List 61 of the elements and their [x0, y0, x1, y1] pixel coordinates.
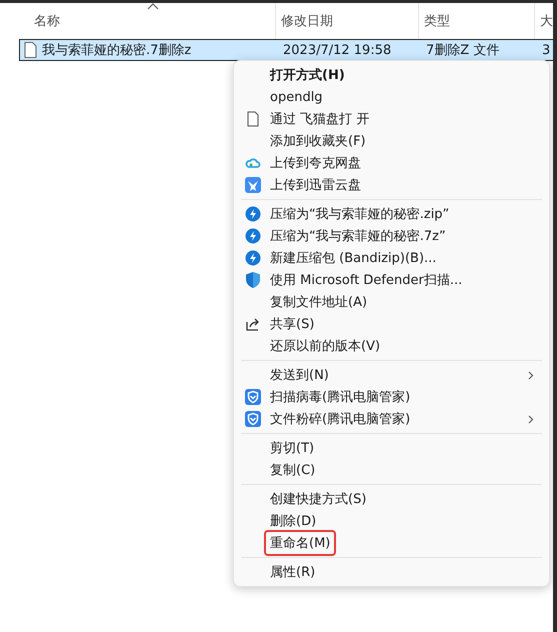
menu-item[interactable]: 复制(C) [234, 459, 549, 481]
modified-date: 2023/7/12 19:58 [282, 42, 392, 58]
menu-item-label: 压缩为“我与索菲娅的秘密.zip” [269, 206, 450, 224]
menu-item-label: 复制文件地址(A) [269, 294, 368, 312]
menu-item[interactable]: 压缩为“我与索菲娅的秘密.7z” [234, 225, 549, 247]
document-icon [24, 42, 37, 58]
menu-item[interactable]: 上传到迅雷云盘 [234, 174, 549, 196]
menu-item-label: opendlg [269, 88, 324, 106]
bolt-icon [245, 250, 261, 266]
bolt-icon [245, 206, 261, 222]
menu-item[interactable]: 属性(R) [234, 561, 549, 583]
menu-item-label: 还原以前的版本(V) [269, 338, 382, 356]
menu-item[interactable]: 通过 飞猫盘打 开 [234, 108, 549, 130]
menu-item[interactable]: 删除(D) [234, 510, 549, 532]
menu-item-label: 共享(S) [269, 316, 316, 334]
menu-item[interactable]: 上传到夸克网盘 [234, 152, 549, 174]
bird-icon [245, 177, 261, 193]
menu-item[interactable]: 扫描病毒(腾讯电脑管家) [234, 386, 549, 408]
menu-item[interactable]: 共享(S) [234, 313, 549, 335]
menu-item-label: 剪切(T) [269, 440, 316, 458]
menu-item-label: 属性(R) [269, 564, 316, 582]
menu-item-label: 创建快捷方式(S) [269, 491, 368, 509]
menu-item[interactable]: 剪切(T) [234, 437, 549, 459]
sort-caret-icon [146, 3, 158, 10]
menu-item[interactable]: 使用 Microsoft Defender扫描... [234, 269, 549, 291]
menu-item[interactable]: opendlg [234, 86, 549, 108]
menu-item-label: 文件粉碎(腾讯电脑管家) [269, 411, 412, 429]
shield-icon [245, 272, 261, 288]
table-cell-text: 3 [541, 42, 552, 58]
menu-item-label: 扫描病毒(腾讯电脑管家) [269, 389, 412, 407]
menu-item-label: 使用 Microsoft Defender扫描... [269, 272, 464, 290]
share-icon [245, 316, 261, 332]
menu-item-label: 新建压缩包 (Bandizip)(B)... [269, 250, 438, 268]
menu-item[interactable]: 新建压缩包 (Bandizip)(B)... [234, 247, 549, 269]
file-type: 7删除Z 文件 [425, 42, 500, 59]
menu-item-label: 上传到夸克网盘 [269, 155, 362, 173]
menu-item-label: 打开方式(H) [268, 66, 346, 85]
menu-item[interactable]: 复制文件地址(A) [234, 291, 549, 313]
document-icon [245, 111, 261, 127]
highlight-frame: 重命名(M) [264, 530, 336, 556]
menu-item-label: 上传到迅雷云盘 [269, 177, 362, 195]
menu-item-label: 添加到收藏夹(F) [269, 133, 367, 151]
file-row[interactable]: 我与索菲娅的秘密.7删除z 2023/7/12 19:58 7删除Z 文件 3 [19, 39, 553, 61]
menu-item-label: 通过 飞猫盘打 开 [269, 111, 370, 129]
menu-item[interactable]: 创建快捷方式(S) [234, 488, 549, 510]
shield-check-icon [245, 411, 261, 427]
shield-check-icon [245, 389, 261, 405]
file-name: 我与索菲娅的秘密.7删除z [42, 42, 192, 59]
menu-item[interactable]: 重命名(M) [234, 532, 549, 554]
menu-item[interactable]: 打开方式(H) [234, 64, 549, 86]
menu-item-label: 复制(C) [269, 462, 316, 480]
menu-item[interactable]: 文件粉碎(腾讯电脑管家) [234, 408, 549, 430]
menu-item-label: 删除(D) [269, 513, 318, 531]
column-header[interactable]: 名称 [0, 3, 275, 39]
menu-item[interactable]: 发送到(N) [234, 364, 549, 386]
bolt-icon [245, 228, 261, 244]
menu-item-label: 压缩为“我与索菲娅的秘密.7z” [269, 228, 447, 246]
menu-item[interactable]: 还原以前的版本(V) [234, 335, 549, 357]
menu-item[interactable]: 添加到收藏夹(F) [234, 130, 549, 152]
menu-item[interactable]: 压缩为“我与索菲娅的秘密.zip” [234, 203, 549, 225]
menu-item-label: 发送到(N) [269, 367, 330, 385]
